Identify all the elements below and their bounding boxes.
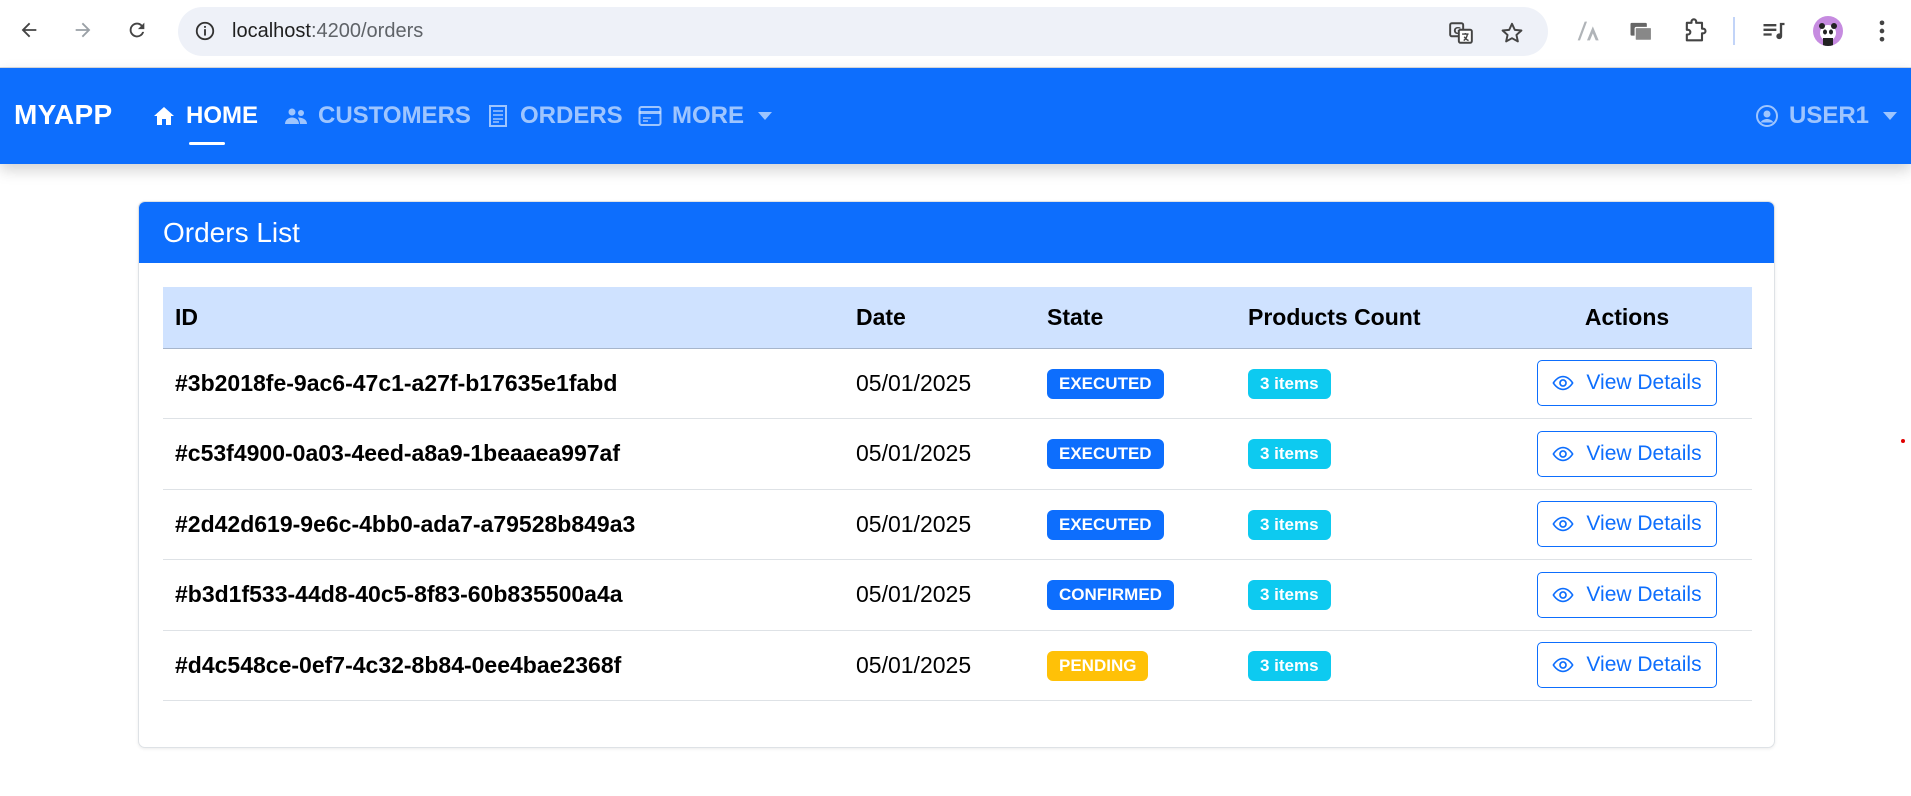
status-badge: EXECUTED <box>1047 509 1164 540</box>
products-count-badge: 3 items <box>1248 580 1331 611</box>
menu-kebab-icon[interactable] <box>1868 17 1896 45</box>
products-count-badge: 3 items <box>1248 368 1331 399</box>
orders-table-wrapper: ID Date State Products Count Actions #3b… <box>163 287 1752 701</box>
products-count-badge: 3 items <box>1248 439 1331 470</box>
panda-avatar-icon <box>1819 23 1837 46</box>
order-date: 05/01/2025 <box>844 559 1035 631</box>
view-details-label: View Details <box>1586 371 1702 395</box>
column-header-actions: Actions <box>1502 287 1752 349</box>
order-id: #c53f4900-0a03-4eed-a8a9-1beaaea997af <box>163 418 844 490</box>
column-header-id: ID <box>163 287 844 349</box>
extension-window-icon[interactable] <box>1627 17 1655 45</box>
browser-toolbar: localhost:4200/orders G <box>0 0 1911 68</box>
media-control-icon[interactable] <box>1760 17 1788 45</box>
extensions-puzzle-icon[interactable] <box>1681 17 1709 45</box>
reload-button[interactable] <box>122 15 152 45</box>
order-id: #2d42d619-9e6c-4bb0-ada7-a79528b849a3 <box>163 489 844 560</box>
card-header: Orders List <box>139 202 1774 263</box>
column-header-products: Products Count <box>1236 287 1502 349</box>
user-circle-icon <box>1756 105 1778 127</box>
home-icon <box>154 107 174 125</box>
nav-customers-label: CUSTOMERS <box>318 102 471 129</box>
chevron-down-icon <box>1883 112 1898 120</box>
back-button[interactable] <box>14 15 44 45</box>
orders-table: ID Date State Products Count Actions #3b… <box>163 287 1752 701</box>
table-row: #2d42d619-9e6c-4bb0-ada7-a79528b849a3 05… <box>163 489 1752 560</box>
order-date: 05/01/2025 <box>844 348 1035 419</box>
view-details-button[interactable]: View Details <box>1537 571 1717 618</box>
table-row: #c53f4900-0a03-4eed-a8a9-1beaaea997af 05… <box>163 418 1752 490</box>
view-details-label: View Details <box>1586 582 1702 606</box>
nav-active-indicator <box>189 142 225 145</box>
nav-home-label: HOME <box>186 102 258 129</box>
extension-a-icon[interactable] <box>1573 17 1601 45</box>
eye-icon <box>1552 376 1574 391</box>
forward-button[interactable] <box>68 15 98 45</box>
status-badge: EXECUTED <box>1047 439 1164 470</box>
order-date: 05/01/2025 <box>844 418 1035 490</box>
nav-orders[interactable]: ORDERS <box>486 96 623 136</box>
nav-orders-label: ORDERS <box>520 102 623 129</box>
stray-dot <box>1901 439 1905 443</box>
user-menu-dropdown[interactable]: USER1 <box>1755 96 1898 136</box>
table-header-row: ID Date State Products Count Actions <box>163 287 1752 349</box>
order-id: #b3d1f533-44d8-40c5-8f83-60b835500a4a <box>163 559 844 631</box>
order-date: 05/01/2025 <box>844 489 1035 560</box>
eye-icon <box>1552 658 1574 673</box>
column-header-state: State <box>1035 287 1236 349</box>
user-menu-label: USER1 <box>1789 102 1870 129</box>
orders-card: Orders List ID Date State Products Count… <box>138 201 1775 748</box>
card-title: Orders List <box>163 216 300 248</box>
status-badge: CONFIRMED <box>1047 580 1174 611</box>
address-bar[interactable]: localhost:4200/orders G <box>178 7 1548 56</box>
table-row: #3b2018fe-9ac6-47c1-a27f-b17635e1fabd 05… <box>163 348 1752 419</box>
bookmark-star-icon[interactable] <box>1499 20 1525 46</box>
toolbar-separator <box>1733 17 1735 45</box>
view-details-button[interactable]: View Details <box>1537 501 1717 548</box>
status-badge: PENDING <box>1047 650 1149 681</box>
view-details-label: View Details <box>1586 512 1702 536</box>
order-id: #3b2018fe-9ac6-47c1-a27f-b17635e1fabd <box>163 348 844 419</box>
column-header-date: Date <box>844 287 1035 349</box>
view-details-label: View Details <box>1586 653 1702 677</box>
nav-customers[interactable]: CUSTOMERS <box>284 96 471 136</box>
table-row: #d4c548ce-0ef7-4c32-8b84-0ee4bae2368f 05… <box>163 630 1752 701</box>
nav-home[interactable]: HOME <box>152 96 258 136</box>
view-details-button[interactable]: View Details <box>1537 430 1717 477</box>
eye-icon <box>1552 517 1574 532</box>
app-navbar: MYAPP HOME CUSTOMERS ORDERS MORE USER1 <box>0 68 1911 164</box>
card-icon <box>638 106 662 126</box>
view-details-label: View Details <box>1586 441 1702 465</box>
users-icon <box>285 108 307 124</box>
arrow-right-icon <box>75 22 91 38</box>
eye-icon <box>1552 587 1574 602</box>
order-date: 05/01/2025 <box>844 630 1035 701</box>
products-count-badge: 3 items <box>1248 650 1331 681</box>
chevron-down-icon <box>758 112 772 120</box>
brand-logo[interactable]: MYAPP <box>14 99 113 131</box>
status-badge: EXECUTED <box>1047 368 1164 399</box>
nav-more-dropdown[interactable]: MORE <box>638 96 772 136</box>
eye-icon <box>1552 446 1574 461</box>
order-id: #d4c548ce-0ef7-4c32-8b84-0ee4bae2368f <box>163 630 844 701</box>
translate-icon[interactable]: G <box>1448 20 1474 46</box>
arrow-left-icon <box>21 22 37 38</box>
site-info-icon[interactable] <box>194 20 216 42</box>
profile-avatar[interactable] <box>1813 16 1843 46</box>
products-count-badge: 3 items <box>1248 509 1331 540</box>
receipt-icon <box>489 105 507 127</box>
table-row: #b3d1f533-44d8-40c5-8f83-60b835500a4a 05… <box>163 559 1752 631</box>
url-text[interactable]: localhost:4200/orders <box>232 20 423 43</box>
view-details-button[interactable]: View Details <box>1537 360 1717 407</box>
reload-icon <box>129 22 145 38</box>
view-details-button[interactable]: View Details <box>1537 642 1717 689</box>
nav-more-label: MORE <box>672 102 744 129</box>
